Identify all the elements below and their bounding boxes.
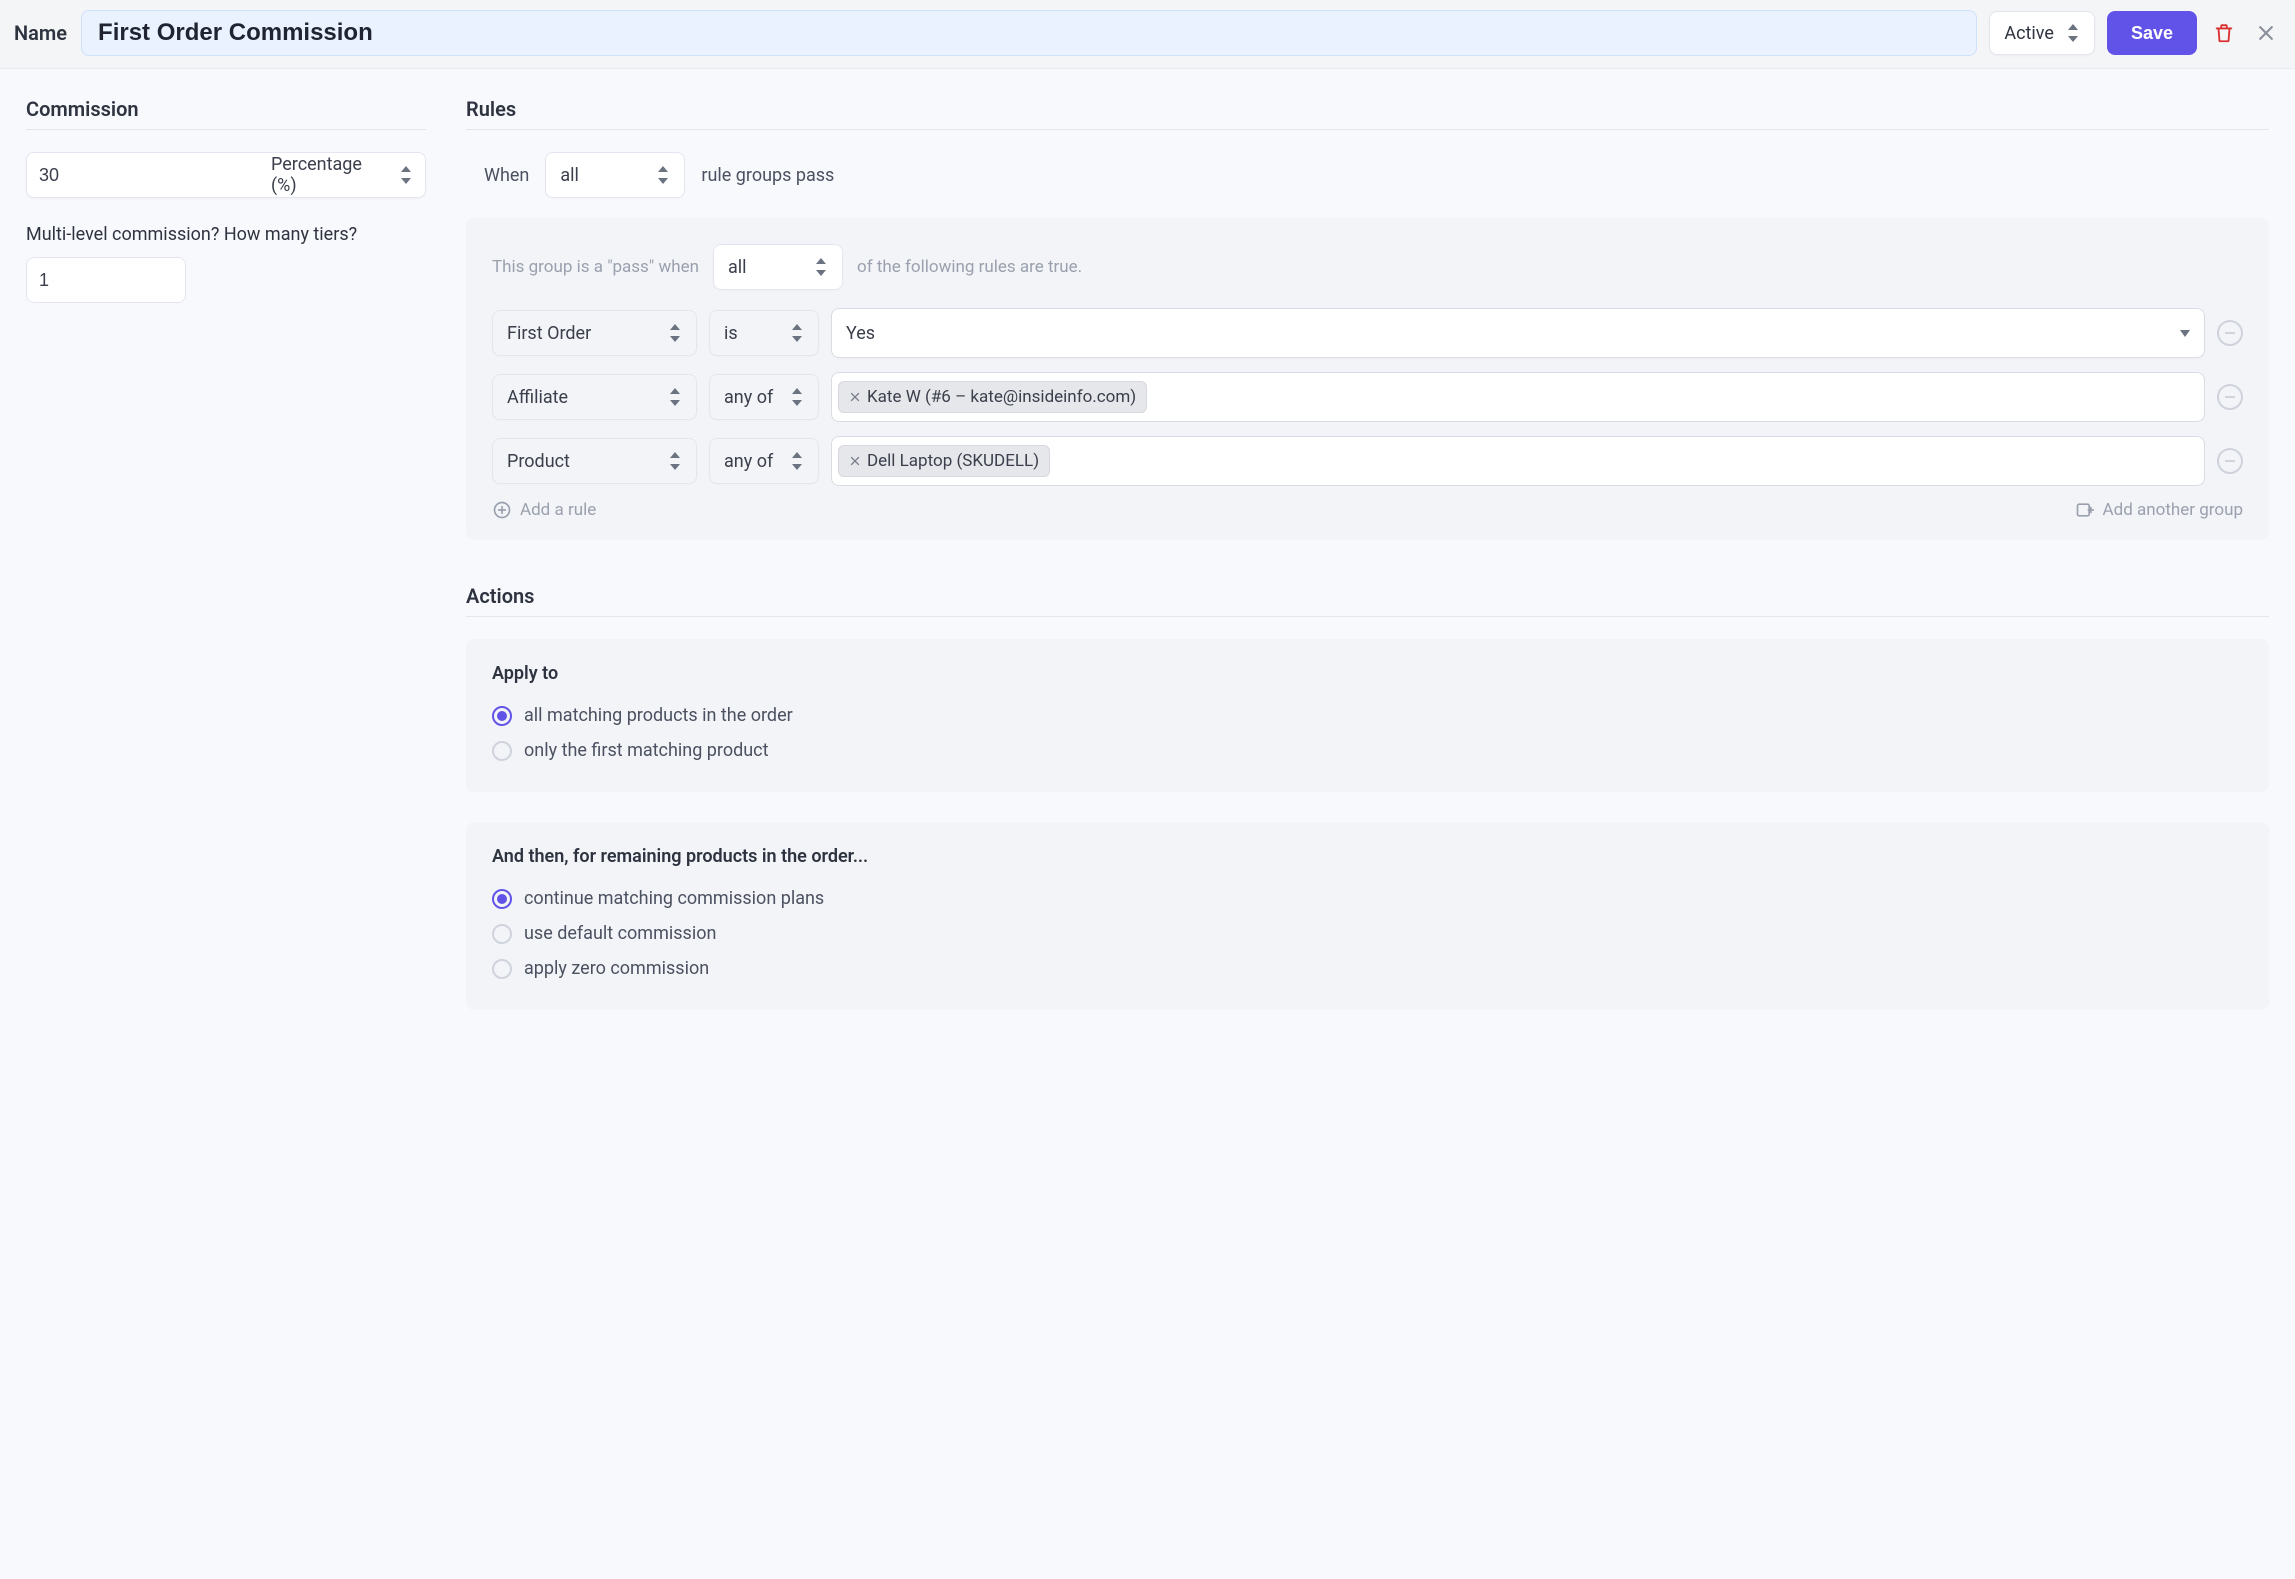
chevron-updown-icon xyxy=(792,388,804,406)
remaining-option[interactable]: apply zero commission xyxy=(492,951,2243,986)
add-rule-button[interactable]: Add a rule xyxy=(492,500,596,520)
status-select[interactable]: Active xyxy=(1989,11,2095,55)
when-label: When xyxy=(484,165,529,186)
multi-tier-label: Multi-level commission? How many tiers? xyxy=(26,224,426,245)
group-header: This group is a "pass" when all of the f… xyxy=(492,244,2243,290)
status-value: Active xyxy=(2004,23,2054,44)
rule-field-select[interactable]: Affiliate xyxy=(492,374,697,420)
remove-rule-button[interactable] xyxy=(2217,320,2243,346)
commission-title: Commission xyxy=(26,97,426,130)
chevron-updown-icon xyxy=(670,324,682,342)
chevron-updown-icon xyxy=(670,388,682,406)
chevron-updown-icon xyxy=(792,324,804,342)
editor-body: Commission Percentage (%) Multi-level co… xyxy=(0,69,2295,1080)
rule-op-select[interactable]: any of xyxy=(709,374,819,420)
when-mode-select[interactable]: all xyxy=(545,152,685,198)
close-button[interactable] xyxy=(2251,18,2281,48)
tiers-input[interactable] xyxy=(26,257,186,303)
rule-field-select[interactable]: First Order xyxy=(492,310,697,356)
rule-op-select[interactable]: any of xyxy=(709,438,819,484)
rule-value-select[interactable]: Yes xyxy=(831,308,2205,358)
rule-row: First Order is Yes xyxy=(492,308,2243,358)
name-input[interactable] xyxy=(81,10,1977,56)
remaining-option[interactable]: use default commission xyxy=(492,916,2243,951)
group-footer: Add a rule Add another group xyxy=(492,500,2243,520)
chevron-updown-icon xyxy=(401,166,413,184)
trash-icon xyxy=(2213,22,2235,44)
apply-to-panel: Apply to all matching products in the or… xyxy=(466,639,2269,792)
name-label: Name xyxy=(14,21,69,45)
remaining-heading: And then, for remaining products in the … xyxy=(492,846,2243,867)
add-group-icon xyxy=(2075,500,2095,520)
apply-to-heading: Apply to xyxy=(492,663,2243,684)
chevron-updown-icon xyxy=(670,452,682,470)
commission-value-input[interactable] xyxy=(39,165,271,186)
chevron-updown-icon xyxy=(816,258,828,276)
chevron-updown-icon xyxy=(2068,24,2080,42)
editor-header: Name Active Save xyxy=(0,0,2295,69)
radio-icon xyxy=(492,924,512,944)
tag-chip[interactable]: Dell Laptop (SKUDELL) xyxy=(838,445,1050,477)
close-icon xyxy=(2256,23,2276,43)
commission-field[interactable]: Percentage (%) xyxy=(26,152,426,198)
tag-chip[interactable]: Kate W (#6 – kate@insideinfo.com) xyxy=(838,381,1147,413)
chevron-updown-icon xyxy=(658,166,670,184)
apply-to-option[interactable]: all matching products in the order xyxy=(492,698,2243,733)
rule-field-select[interactable]: Product xyxy=(492,438,697,484)
actions-title: Actions xyxy=(466,584,2269,617)
rule-row: Product any of Dell Laptop (SKUDELL) xyxy=(492,436,2243,486)
rule-value-tags[interactable]: Dell Laptop (SKUDELL) xyxy=(831,436,2205,486)
rule-group: This group is a "pass" when all of the f… xyxy=(466,218,2269,540)
remaining-option[interactable]: continue matching commission plans xyxy=(492,881,2243,916)
save-button[interactable]: Save xyxy=(2107,11,2197,55)
remaining-panel: And then, for remaining products in the … xyxy=(466,822,2269,1010)
rules-actions-section: Rules When all rule groups pass This gro… xyxy=(466,97,2269,1040)
remove-tag-icon[interactable] xyxy=(849,455,861,467)
commission-unit-select[interactable]: Percentage (%) xyxy=(271,154,413,196)
add-group-button[interactable]: Add another group xyxy=(2075,500,2243,520)
radio-icon xyxy=(492,706,512,726)
chevron-updown-icon xyxy=(792,452,804,470)
rules-title: Rules xyxy=(466,97,2269,130)
radio-icon xyxy=(492,741,512,761)
remove-tag-icon[interactable] xyxy=(849,391,861,403)
chevron-down-icon xyxy=(2180,330,2190,337)
radio-icon xyxy=(492,959,512,979)
remove-rule-button[interactable] xyxy=(2217,448,2243,474)
radio-icon xyxy=(492,889,512,909)
rule-row: Affiliate any of Kate W (#6 – kate@insid… xyxy=(492,372,2243,422)
rule-value-tags[interactable]: Kate W (#6 – kate@insideinfo.com) xyxy=(831,372,2205,422)
apply-to-option[interactable]: only the first matching product xyxy=(492,733,2243,768)
when-row: When all rule groups pass xyxy=(466,152,2269,218)
when-suffix: rule groups pass xyxy=(701,165,834,186)
remove-rule-button[interactable] xyxy=(2217,384,2243,410)
plus-circle-icon xyxy=(492,500,512,520)
rule-op-select[interactable]: is xyxy=(709,310,819,356)
delete-button[interactable] xyxy=(2209,18,2239,48)
group-mode-select[interactable]: all xyxy=(713,244,843,290)
commission-section: Commission Percentage (%) Multi-level co… xyxy=(26,97,426,1040)
